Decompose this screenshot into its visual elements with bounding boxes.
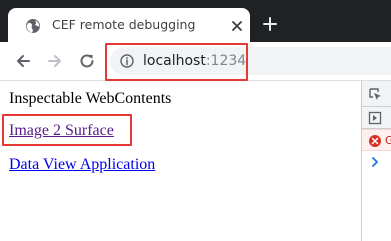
chevron-right-icon	[372, 157, 379, 167]
url-highlight-box	[105, 43, 248, 81]
link-data-view-application[interactable]: Data View Application	[9, 156, 155, 174]
tab-strip: CEF remote debugging	[0, 0, 391, 42]
plus-icon[interactable]	[262, 16, 278, 32]
devtools-error-row: G	[362, 129, 391, 151]
error-icon	[369, 135, 381, 147]
reload-icon[interactable]	[78, 52, 96, 70]
link-highlight-box	[2, 114, 132, 146]
devtools-console-prompt-row	[362, 151, 391, 173]
browser-tab[interactable]: CEF remote debugging	[8, 8, 250, 42]
close-icon[interactable]	[230, 19, 244, 33]
arrow-back-icon[interactable]	[14, 52, 32, 70]
error-text: G	[385, 134, 391, 147]
page-title: Inspectable WebContents	[9, 90, 172, 107]
inspect-element-icon[interactable]	[368, 87, 382, 101]
sidebar-toggle-icon[interactable]	[368, 111, 382, 125]
page-content: Inspectable WebContents Image 2 Surface …	[0, 81, 361, 241]
globe-icon	[26, 19, 40, 33]
devtools-panel: G	[361, 81, 391, 241]
tab-title: CEF remote debugging	[52, 17, 196, 32]
devtools-sidebar-toggle-row	[362, 107, 391, 129]
devtools-toolbar	[362, 81, 391, 107]
arrow-forward-icon[interactable]	[46, 52, 64, 70]
